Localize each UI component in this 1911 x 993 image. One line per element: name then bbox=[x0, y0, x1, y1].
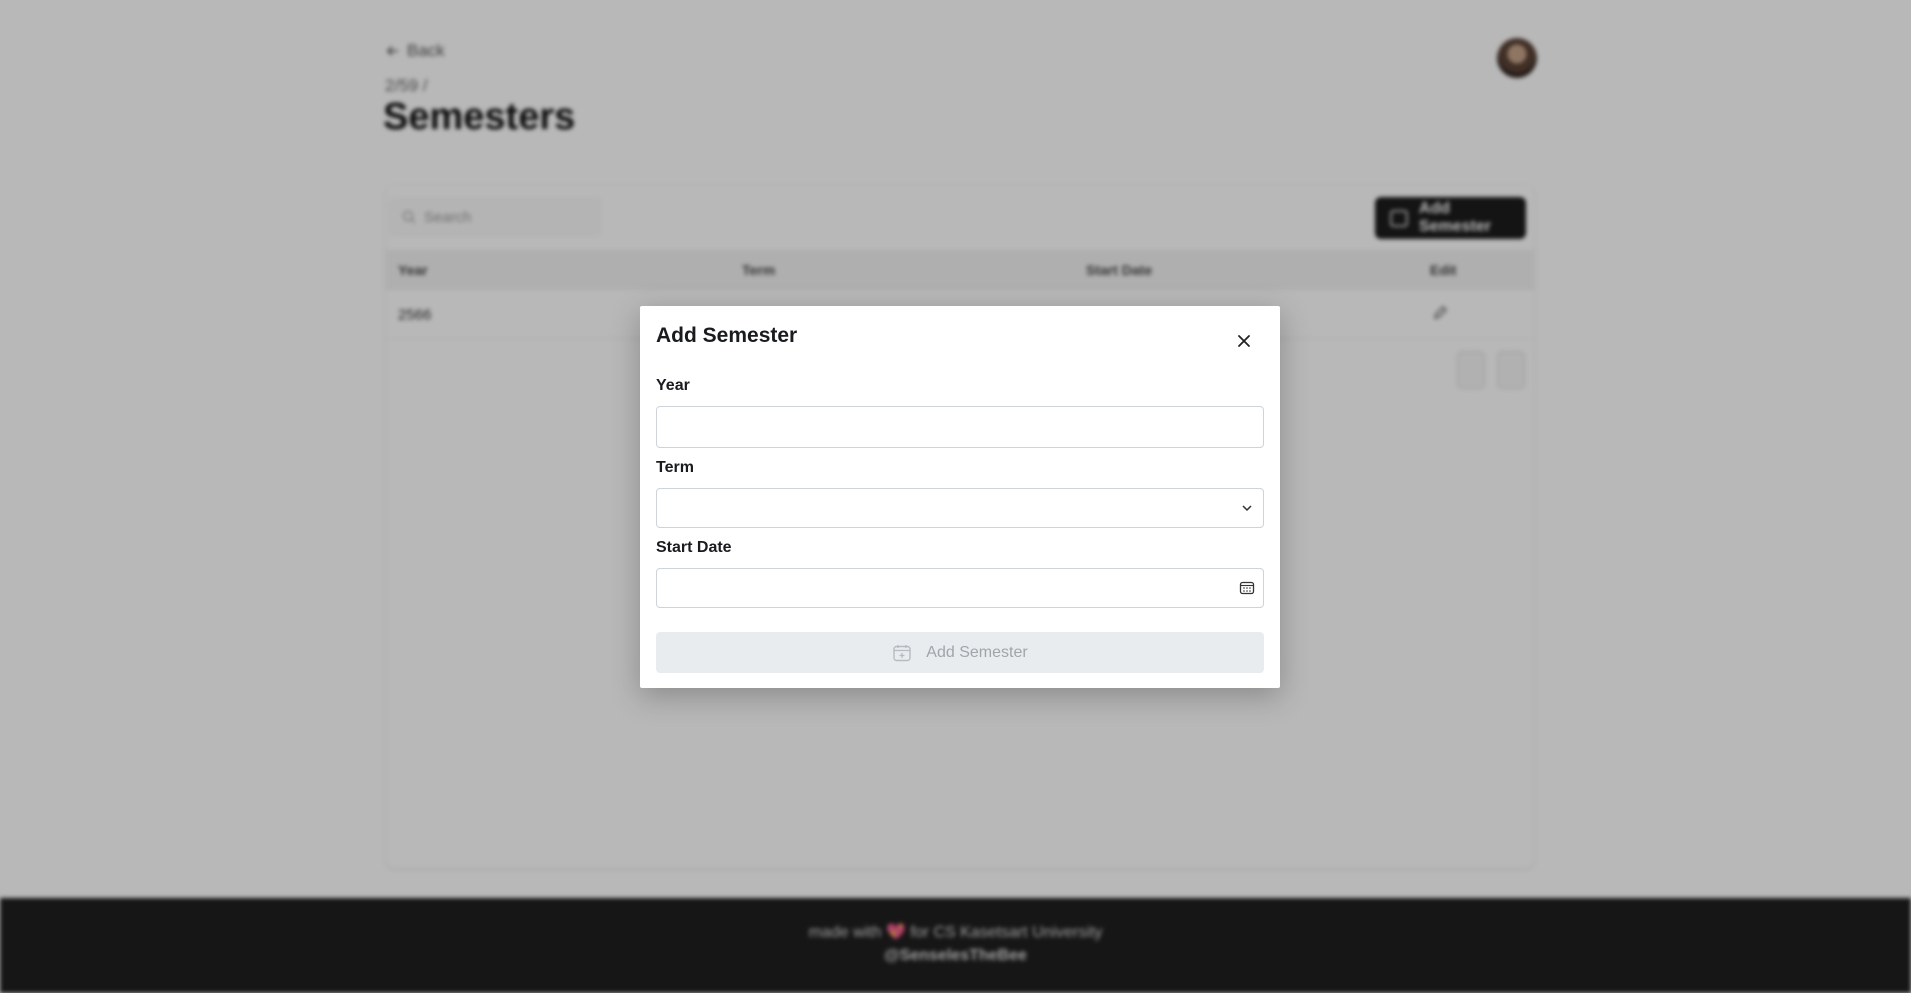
year-input[interactable] bbox=[657, 407, 1263, 447]
close-button[interactable] bbox=[1230, 327, 1258, 355]
term-label: Term bbox=[656, 459, 694, 476]
add-semester-submit-button[interactable]: Add Semester bbox=[656, 632, 1264, 673]
add-semester-modal: Add Semester Year Term Start Date Add Se… bbox=[640, 306, 1280, 688]
start-date-label: Start Date bbox=[656, 539, 732, 556]
chevron-down-icon bbox=[1242, 505, 1252, 512]
calendar-plus-icon bbox=[893, 644, 911, 661]
submit-label: Add Semester bbox=[926, 643, 1028, 661]
modal-title: Add Semester bbox=[656, 324, 798, 347]
calendar-icon[interactable] bbox=[1239, 580, 1255, 596]
close-icon bbox=[1238, 335, 1250, 347]
year-field-wrapper bbox=[656, 406, 1264, 448]
start-date-picker[interactable] bbox=[656, 568, 1264, 608]
year-label: Year bbox=[656, 377, 690, 394]
term-select[interactable] bbox=[656, 488, 1264, 528]
